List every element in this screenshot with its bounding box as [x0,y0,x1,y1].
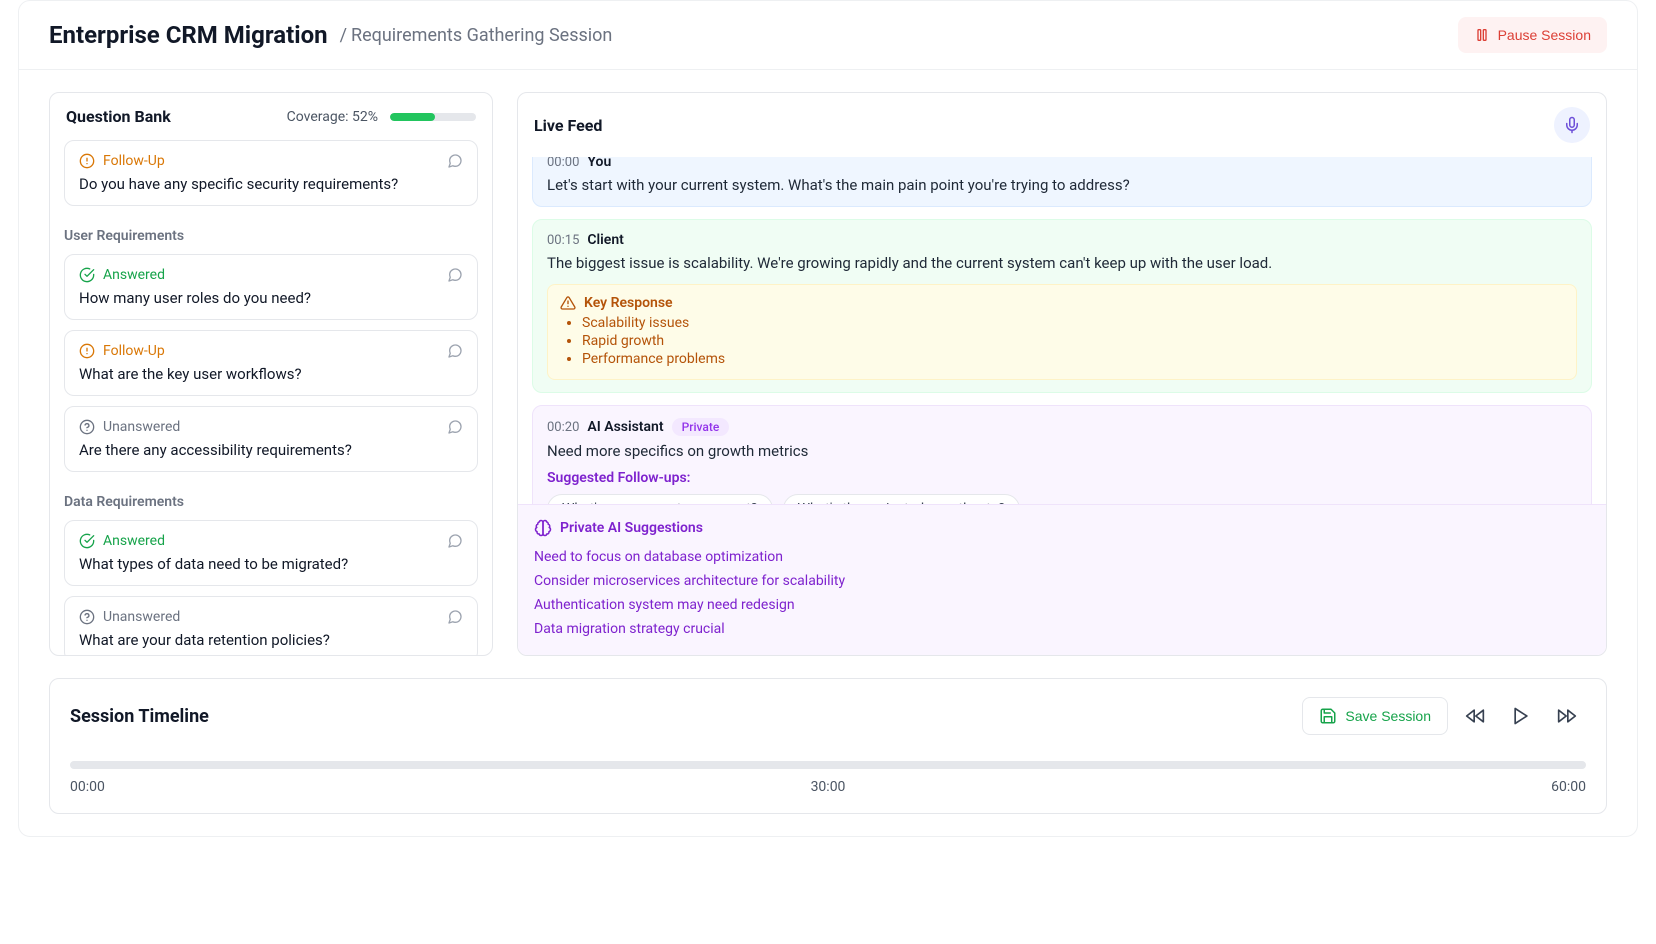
alert-circle-icon [79,343,95,359]
feed-timestamp: 00:20 [547,420,579,435]
live-feed-title: Live Feed [534,116,602,135]
key-response-bullet: Scalability issues [582,315,1564,331]
feed-timestamp: 00:15 [547,233,579,248]
breadcrumb: Requirements Gathering Session [351,25,612,46]
alert-triangle-icon [560,295,576,311]
live-feed-panel: Live Feed 00:00 You Let's start with you… [517,92,1607,656]
question-status: Follow-Up [103,153,439,169]
question-card[interactable]: Follow-Up What are the key user workflow… [64,330,478,396]
question-bank-panel: Question Bank Coverage: 52% Follow-Up Do… [49,92,493,656]
brain-icon [534,519,552,537]
question-status: Answered [103,267,439,283]
key-response-bullet: Performance problems [582,351,1564,367]
question-bank-body[interactable]: Follow-Up Do you have any specific secur… [50,140,492,655]
feed-speaker: Client [587,232,623,248]
private-suggestion-item[interactable]: Authentication system may need redesign [534,593,1590,617]
key-response-title: Key Response [584,295,673,311]
question-card[interactable]: Unanswered What are your data retention … [64,596,478,655]
session-timeline-panel: Session Timeline Save Session 00:00 30:0… [49,678,1607,814]
suggested-followups-label: Suggested Follow-ups: [547,470,1577,486]
rewind-button[interactable] [1456,697,1494,735]
pause-session-label: Pause Session [1498,27,1591,43]
timeline-label-start: 00:00 [70,779,105,795]
question-text: Do you have any specific security requir… [79,175,463,193]
fast-forward-icon [1557,706,1577,726]
feed-message-text: Need more specifics on growth metrics [547,442,1577,460]
question-status: Unanswered [103,419,439,435]
private-ai-suggestions-title: Private AI Suggestions [560,520,703,536]
comment-icon [447,533,463,549]
save-icon [1319,707,1337,725]
rewind-icon [1465,706,1485,726]
question-text: How many user roles do you need? [79,289,463,307]
live-feed-body[interactable]: 00:00 You Let's start with your current … [518,157,1606,504]
save-session-button[interactable]: Save Session [1302,697,1448,735]
timeline-label-mid: 30:00 [811,779,846,795]
coverage-label: Coverage: 52% [287,109,378,125]
question-status: Answered [103,533,439,549]
question-status: Follow-Up [103,343,439,359]
save-session-label: Save Session [1345,708,1431,724]
feed-timestamp: 00:00 [547,157,579,170]
breadcrumb-separator: / [340,25,347,46]
coverage-bar [390,113,476,121]
question-text: What are the key user workflows? [79,365,463,383]
suggestion-chip[interactable]: What's the projected growth rate? [783,494,1020,504]
key-response-bullet: Rapid growth [582,333,1564,349]
timeline-label-end: 60:00 [1551,779,1586,795]
comment-icon [447,153,463,169]
private-ai-suggestions: Private AI Suggestions Need to focus on … [518,504,1606,655]
question-card[interactable]: Answered What types of data need to be m… [64,520,478,586]
feed-speaker: You [587,157,611,170]
private-suggestion-item[interactable]: Consider microservices architecture for … [534,569,1590,593]
key-response-box: Key Response Scalability issues Rapid gro… [547,284,1577,380]
feed-item-client: 00:15 Client The biggest issue is scalab… [532,219,1592,393]
page-title: Enterprise CRM Migration [49,21,328,49]
private-suggestion-item[interactable]: Need to focus on database optimization [534,545,1590,569]
feed-message-text: The biggest issue is scalability. We're … [547,254,1577,272]
question-group-label: User Requirements [64,228,478,244]
feed-item-ai: 00:20 AI Assistant Private Need more spec… [532,405,1592,504]
comment-icon [447,267,463,283]
question-bank-title: Question Bank [66,107,171,126]
help-circle-icon [79,609,95,625]
help-circle-icon [79,419,95,435]
question-card[interactable]: Answered How many user roles do you need… [64,254,478,320]
feed-item-you: 00:00 You Let's start with your current … [532,157,1592,207]
play-button[interactable] [1502,697,1540,735]
question-group-label: Data Requirements [64,494,478,510]
private-badge: Private [672,418,730,436]
microphone-button[interactable] [1554,107,1590,143]
feed-speaker: AI Assistant [587,419,663,435]
check-circle-icon [79,267,95,283]
comment-icon [447,343,463,359]
comment-icon [447,609,463,625]
timeline-track[interactable] [70,761,1586,769]
question-card[interactable]: Unanswered Are there any accessibility r… [64,406,478,472]
alert-circle-icon [79,153,95,169]
private-suggestion-item[interactable]: Data migration strategy crucial [534,617,1590,641]
check-circle-icon [79,533,95,549]
fast-forward-button[interactable] [1548,697,1586,735]
suggestion-chip[interactable]: What's your current user count? [547,494,773,504]
play-icon [1511,706,1531,726]
question-text: What types of data need to be migrated? [79,555,463,573]
question-card[interactable]: Follow-Up Do you have any specific secur… [64,140,478,206]
coverage-fill [390,113,435,121]
microphone-icon [1563,116,1581,134]
comment-icon [447,419,463,435]
session-timeline-title: Session Timeline [70,706,209,727]
question-text: Are there any accessibility requirements… [79,441,463,459]
question-text: What are your data retention policies? [79,631,463,649]
feed-message-text: Let's start with your current system. Wh… [547,176,1577,194]
pause-session-button[interactable]: Pause Session [1458,17,1607,53]
pause-icon [1474,27,1490,43]
question-status: Unanswered [103,609,439,625]
